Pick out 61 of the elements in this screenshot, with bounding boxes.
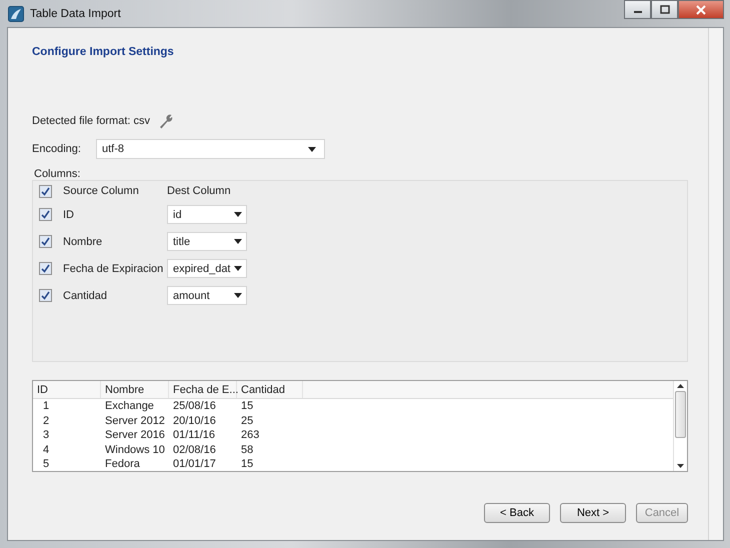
window-title: Table Data Import <box>30 8 121 20</box>
close-button[interactable] <box>678 0 724 19</box>
checkbox[interactable] <box>39 184 52 198</box>
page-heading: Configure Import Settings <box>32 46 175 58</box>
caret-icon <box>234 266 242 271</box>
table-cell-text: 01/01/17 <box>172 458 217 470</box>
scrollbar[interactable] <box>673 381 687 471</box>
table-cell-text: Server 2012 <box>104 414 166 427</box>
checkbox[interactable] <box>39 235 52 248</box>
source-column-label: ID <box>63 208 75 220</box>
encoding-dropdown[interactable]: utf-8 <box>96 139 325 159</box>
column-header[interactable]: ID <box>33 381 101 398</box>
caret-icon <box>234 212 242 217</box>
group-label: Columns: <box>34 168 82 180</box>
table-cell-text: 58 <box>240 444 254 456</box>
maximize-button[interactable] <box>651 0 678 19</box>
scroll-down-icon[interactable] <box>677 464 684 468</box>
wizard-button[interactable]: < Back <box>484 503 550 523</box>
column-header: Dest Column <box>167 185 231 197</box>
table-cell-text: 3 <box>42 429 50 442</box>
table-cell-text: Server 2016 <box>104 429 166 442</box>
column-header[interactable]: Nombre <box>101 381 169 398</box>
wizard-button[interactable]: Next > <box>560 503 626 523</box>
column-header[interactable]: Fecha de E... <box>169 381 237 398</box>
scroll-up-icon[interactable] <box>677 384 684 388</box>
table-cell-text: 263 <box>240 429 260 442</box>
column-header: Source Column <box>63 185 140 197</box>
dest-column-dropdown[interactable]: id <box>167 205 247 224</box>
close-icon <box>696 4 706 14</box>
table-cell-text: 25/08/16 <box>172 400 217 412</box>
table-cell-text: Fedora <box>104 458 141 470</box>
table-cell-text: Windows 10 <box>104 444 166 456</box>
encoding-label: Encoding: <box>32 143 82 155</box>
wrench-icon[interactable] <box>158 113 174 129</box>
table-cell-text: 02/08/16 <box>172 444 217 456</box>
checkbox[interactable] <box>39 289 52 302</box>
detected-format-label: Detected file format: csv <box>32 115 150 127</box>
checkbox[interactable] <box>39 262 52 275</box>
table-cell-text: 4 <box>42 444 50 456</box>
table-cell-text: 20/10/16 <box>172 414 217 427</box>
table-cell-text: 2 <box>42 414 50 427</box>
table-cell-text: Exchange <box>104 400 155 412</box>
caret-icon <box>234 239 242 244</box>
table-cell-text: 15 <box>240 400 254 412</box>
source-column-label: Cantidad <box>63 290 108 302</box>
table-cell-text: 25 <box>240 414 254 427</box>
column-header[interactable]: Cantidad <box>237 381 303 398</box>
source-column-label: Nombre <box>63 236 104 248</box>
dest-column-dropdown[interactable]: amount <box>167 286 247 305</box>
table-cell-text: 01/11/16 <box>172 429 216 442</box>
table-cell-text: 5 <box>42 458 50 470</box>
table-cell-text: 15 <box>240 458 254 470</box>
source-column-label: Fecha de Expiracion <box>63 262 164 274</box>
minimize-button[interactable] <box>624 0 651 19</box>
maximize-icon <box>660 5 670 14</box>
dest-column-dropdown[interactable]: expired_dat <box>167 259 247 278</box>
caret-icon <box>308 146 316 152</box>
caret-icon <box>234 293 242 298</box>
checkbox[interactable] <box>39 208 52 221</box>
table-cell-text: 1 <box>42 400 50 412</box>
dest-column-dropdown[interactable]: title <box>167 232 247 251</box>
